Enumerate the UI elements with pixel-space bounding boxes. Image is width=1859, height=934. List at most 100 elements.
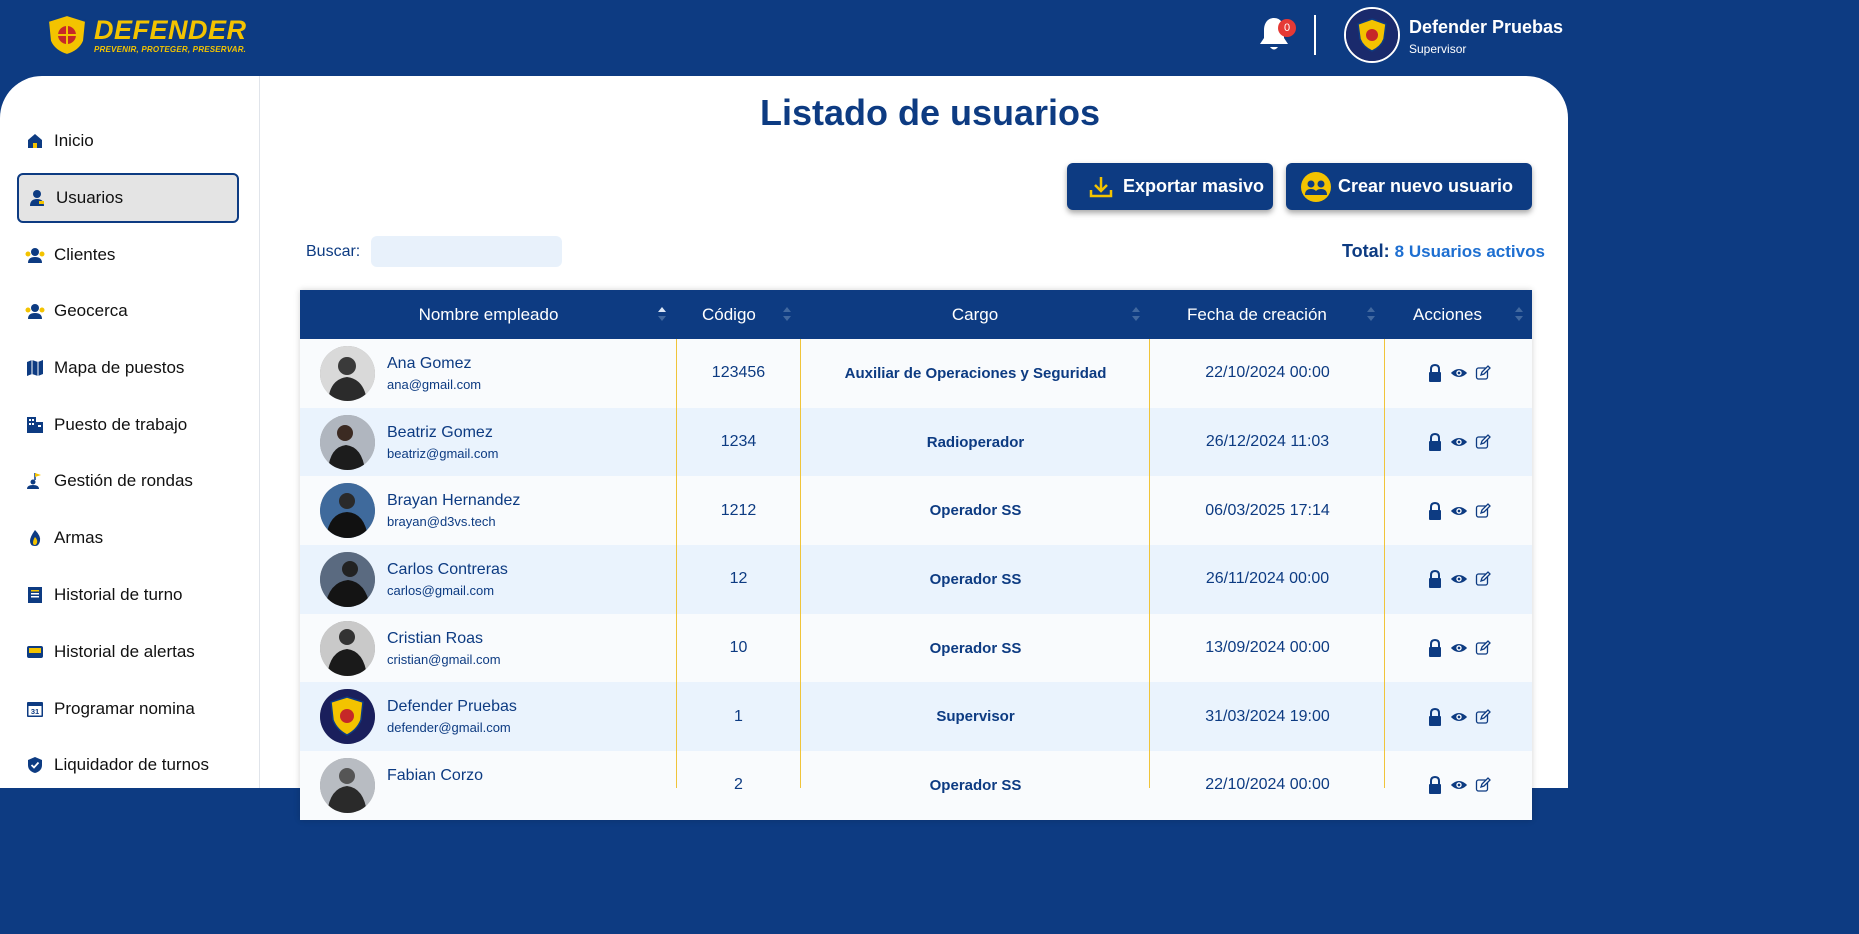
table-row[interactable]: Ana Gomez ana@gmail.com 123456 Auxiliar … bbox=[300, 339, 1532, 408]
sidebar-item-inicio[interactable]: Inicio bbox=[17, 116, 239, 166]
employee-avatar bbox=[320, 552, 375, 608]
export-button[interactable]: Exportar masivo bbox=[1067, 163, 1273, 210]
employee-email: ana@gmail.com bbox=[387, 377, 482, 392]
employee-code: 1234 bbox=[720, 433, 757, 451]
sidebar-item-mapa-de-puestos[interactable]: Mapa de puestos bbox=[17, 343, 239, 393]
flag-person-icon bbox=[25, 471, 45, 491]
sidebar-item-puesto-de-trabajo[interactable]: Puesto de trabajo bbox=[17, 400, 239, 450]
table-row[interactable]: Brayan Hernandez brayan@d3vs.tech 1212 O… bbox=[300, 476, 1532, 546]
sidebar-item-programar-nomina[interactable]: 31 Programar nomina bbox=[17, 684, 239, 734]
employee-code: 1 bbox=[734, 707, 743, 725]
row-actions bbox=[1385, 339, 1532, 408]
sidebar-item-label: Gestión de rondas bbox=[54, 471, 193, 490]
sidebar-item-label: Liquidador de turnos bbox=[54, 755, 210, 774]
total-summary: Total: 8 Usuarios activos bbox=[1342, 241, 1545, 262]
eye-icon[interactable] bbox=[1450, 364, 1468, 382]
employee-cargo: Operador SS bbox=[929, 570, 1022, 588]
sidebar-item-liquidador-de-turnos[interactable]: Liquidador de turnos bbox=[17, 740, 239, 790]
lock-icon[interactable] bbox=[1426, 364, 1444, 383]
create-user-button[interactable]: Crear nuevo usuario bbox=[1286, 163, 1532, 210]
lock-icon[interactable] bbox=[1426, 433, 1444, 452]
users-icon bbox=[25, 301, 45, 321]
employee-email: beatriz@gmail.com bbox=[387, 445, 499, 461]
table-row[interactable]: Carlos Contreras carlos@gmail.com 12 Ope… bbox=[300, 545, 1532, 614]
edit-icon[interactable] bbox=[1474, 502, 1492, 520]
sidebar-item-usuarios[interactable]: Usuarios bbox=[17, 173, 239, 223]
user-avatar[interactable] bbox=[1344, 7, 1400, 63]
employee-avatar bbox=[320, 483, 375, 539]
sidebar-item-label: Usuarios bbox=[56, 188, 124, 207]
edit-icon[interactable] bbox=[1474, 433, 1492, 451]
edit-icon[interactable] bbox=[1474, 570, 1492, 588]
employee-cargo: Operador SS bbox=[929, 639, 1022, 657]
row-actions bbox=[1385, 545, 1532, 614]
page-title: Listado de usuarios bbox=[760, 92, 1101, 133]
employee-cargo: Operador SS bbox=[929, 776, 1022, 794]
alert-inbox-icon bbox=[25, 642, 45, 662]
table-row[interactable]: Defender Pruebas defender@gmail.com 1 Su… bbox=[300, 682, 1532, 752]
search-input[interactable] bbox=[371, 236, 562, 267]
row-actions bbox=[1385, 614, 1532, 683]
sidebar-item-geocerca[interactable]: Geocerca bbox=[17, 286, 239, 336]
eye-icon[interactable] bbox=[1450, 433, 1468, 451]
lock-icon[interactable] bbox=[1426, 501, 1444, 520]
column-header-codigo[interactable]: Código bbox=[677, 290, 800, 339]
column-divider bbox=[800, 339, 801, 788]
column-divider bbox=[1384, 339, 1385, 788]
sidebar-item-gestion-de-rondas[interactable]: Gestión de rondas bbox=[17, 456, 239, 506]
sidebar-item-label: Programar nomina bbox=[54, 699, 195, 718]
table-row[interactable]: Fabian Corzo 2 Operador SS 22/10/2024 00… bbox=[300, 751, 1532, 820]
edit-icon[interactable] bbox=[1474, 776, 1492, 794]
lock-icon[interactable] bbox=[1426, 776, 1444, 795]
column-header-label: Código bbox=[702, 304, 756, 324]
column-header-fecha[interactable]: Fecha de creación bbox=[1150, 290, 1384, 339]
lock-icon[interactable] bbox=[1426, 570, 1444, 589]
sidebar-item-clientes[interactable]: Clientes bbox=[17, 230, 239, 280]
eye-icon[interactable] bbox=[1450, 570, 1468, 588]
sidebar-item-armas[interactable]: Armas bbox=[17, 513, 239, 563]
table-row[interactable]: Beatriz Gomez beatriz@gmail.com 1234 Rad… bbox=[300, 407, 1532, 477]
sidebar: Inicio Usuarios Clientes Geocerca Mapa d… bbox=[0, 76, 260, 788]
header-divider bbox=[1314, 15, 1316, 55]
sidebar-item-historial-de-alertas[interactable]: Historial de alertas bbox=[17, 627, 239, 677]
calendar-icon: 31 bbox=[25, 699, 45, 719]
home-icon bbox=[25, 131, 45, 151]
employee-code: 1212 bbox=[720, 501, 757, 519]
edit-icon[interactable] bbox=[1474, 639, 1492, 657]
employee-created-date: 06/03/2025 17:14 bbox=[1205, 501, 1330, 519]
sort-icon bbox=[1515, 307, 1523, 321]
column-divider bbox=[1149, 339, 1150, 788]
sidebar-item-label: Puesto de trabajo bbox=[54, 415, 188, 434]
eye-icon[interactable] bbox=[1450, 776, 1468, 794]
employee-avatar bbox=[320, 346, 375, 401]
create-user-button-label: Crear nuevo usuario bbox=[1338, 176, 1514, 196]
column-header-cargo[interactable]: Cargo bbox=[800, 290, 1150, 339]
fire-icon bbox=[25, 528, 45, 548]
column-header-label: Fecha de creación bbox=[1187, 304, 1327, 324]
eye-icon[interactable] bbox=[1450, 502, 1468, 520]
column-header-label: Acciones bbox=[1413, 304, 1482, 324]
employee-cargo: Supervisor bbox=[936, 708, 1015, 726]
lock-icon[interactable] bbox=[1426, 707, 1444, 726]
users-icon bbox=[25, 245, 45, 265]
eye-icon[interactable] bbox=[1450, 708, 1468, 726]
edit-icon[interactable] bbox=[1474, 364, 1492, 382]
row-actions bbox=[1385, 682, 1532, 751]
column-header-acciones[interactable]: Acciones bbox=[1384, 290, 1532, 339]
eye-icon[interactable] bbox=[1450, 639, 1468, 657]
lock-icon[interactable] bbox=[1426, 639, 1444, 658]
employee-code: 2 bbox=[734, 776, 743, 794]
brand-logo[interactable]: DEFENDER PREVENIR, PROTEGER, PRESERVAR. bbox=[44, 13, 247, 57]
table-row[interactable]: Cristian Roas cristian@gmail.com 10 Oper… bbox=[300, 613, 1532, 683]
column-header-nombre[interactable]: Nombre empleado bbox=[300, 290, 677, 339]
user-icon bbox=[27, 188, 47, 208]
employee-avatar bbox=[320, 414, 375, 470]
employee-email: carlos@gmail.com bbox=[387, 583, 495, 599]
edit-icon[interactable] bbox=[1474, 708, 1492, 726]
sidebar-item-historial-de-turno[interactable]: Historial de turno bbox=[17, 570, 239, 620]
column-divider bbox=[676, 339, 677, 788]
employee-name: Carlos Contreras bbox=[387, 561, 508, 579]
brand-tagline: PREVENIR, PROTEGER, PRESERVAR. bbox=[94, 44, 247, 54]
employee-name: Defender Pruebas bbox=[387, 698, 517, 716]
employee-name: Brayan Hernandez bbox=[387, 492, 521, 510]
